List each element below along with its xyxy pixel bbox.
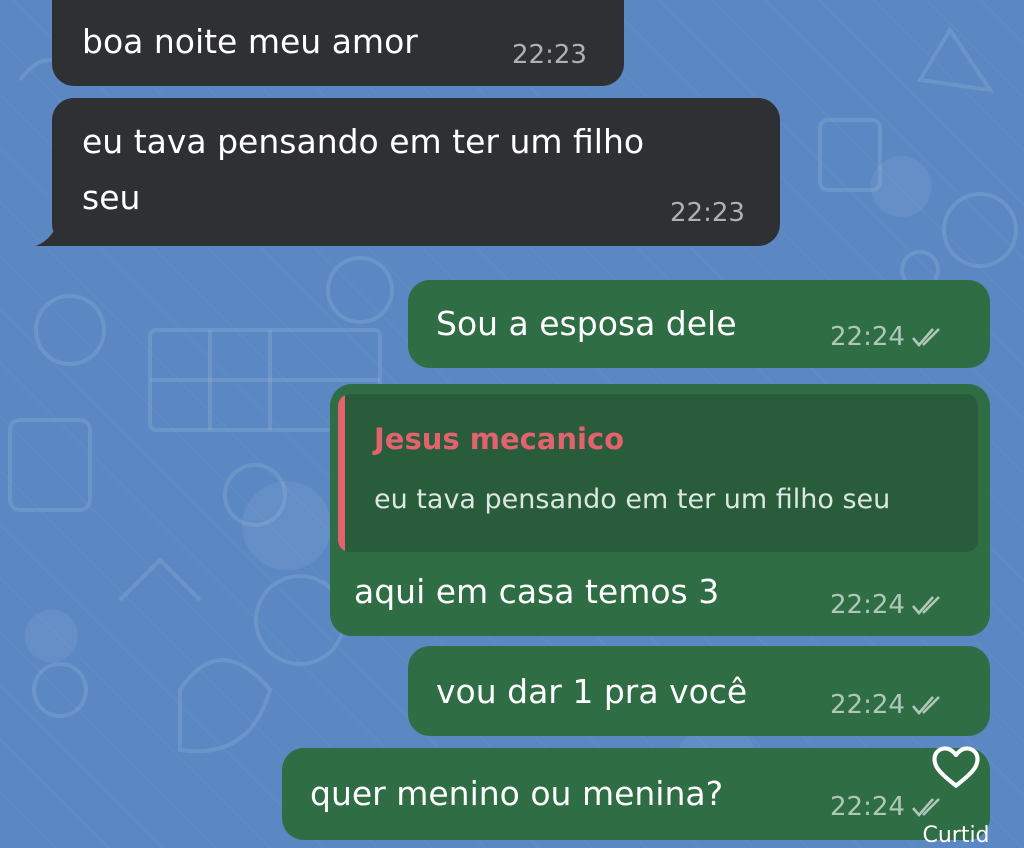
reply-quote[interactable]: Jesus mecanico eu tava pensando em ter u… xyxy=(338,394,978,552)
outgoing-message-bubble[interactable]: quer menino ou menina? 22:24 xyxy=(282,748,990,840)
incoming-message-bubble[interactable]: eu tava pensando em ter um filho seu 22:… xyxy=(52,98,780,246)
outgoing-message-bubble[interactable]: Jesus mecanico eu tava pensando em ter u… xyxy=(330,384,990,636)
message-text-line: eu tava pensando em ter um filho xyxy=(82,122,645,161)
message-time: 22:24 xyxy=(830,590,905,620)
incoming-message-bubble[interactable]: boa noite meu amor 22:23 xyxy=(52,0,624,86)
message-text-line: seu xyxy=(82,178,141,217)
message-time: 22:24 xyxy=(830,792,905,822)
liked-reaction[interactable]: Curtid xyxy=(916,744,996,848)
message-time: 22:24 xyxy=(830,690,905,720)
message-text: boa noite meu amor xyxy=(82,22,418,61)
message-text: aqui em casa temos 3 xyxy=(354,572,720,611)
double-check-icon xyxy=(911,328,940,347)
outgoing-message-bubble[interactable]: Sou a esposa dele 22:24 xyxy=(408,280,990,368)
reply-author: Jesus mecanico xyxy=(374,422,625,456)
double-check-icon xyxy=(911,696,940,715)
message-meta: 22:24 xyxy=(830,322,947,352)
message-meta: 22:24 xyxy=(830,690,947,720)
message-meta: 22:24 xyxy=(830,590,947,620)
reply-text: eu tava pensando em ter um filho seu xyxy=(374,484,891,515)
double-check-icon xyxy=(911,596,940,615)
reply-accent-bar xyxy=(338,394,345,552)
message-text: Sou a esposa dele xyxy=(436,304,737,343)
outgoing-message-bubble[interactable]: vou dar 1 pra você 22:24 xyxy=(408,646,990,736)
message-text: vou dar 1 pra você xyxy=(436,672,748,711)
liked-label: Curtid xyxy=(922,823,990,848)
message-text: quer menino ou menina? xyxy=(310,774,724,813)
message-time: 22:23 xyxy=(512,40,587,70)
message-time: 22:24 xyxy=(830,322,905,352)
heart-outline-icon xyxy=(932,746,980,788)
incoming-bubble-tail xyxy=(36,212,74,246)
message-time: 22:23 xyxy=(670,198,745,228)
